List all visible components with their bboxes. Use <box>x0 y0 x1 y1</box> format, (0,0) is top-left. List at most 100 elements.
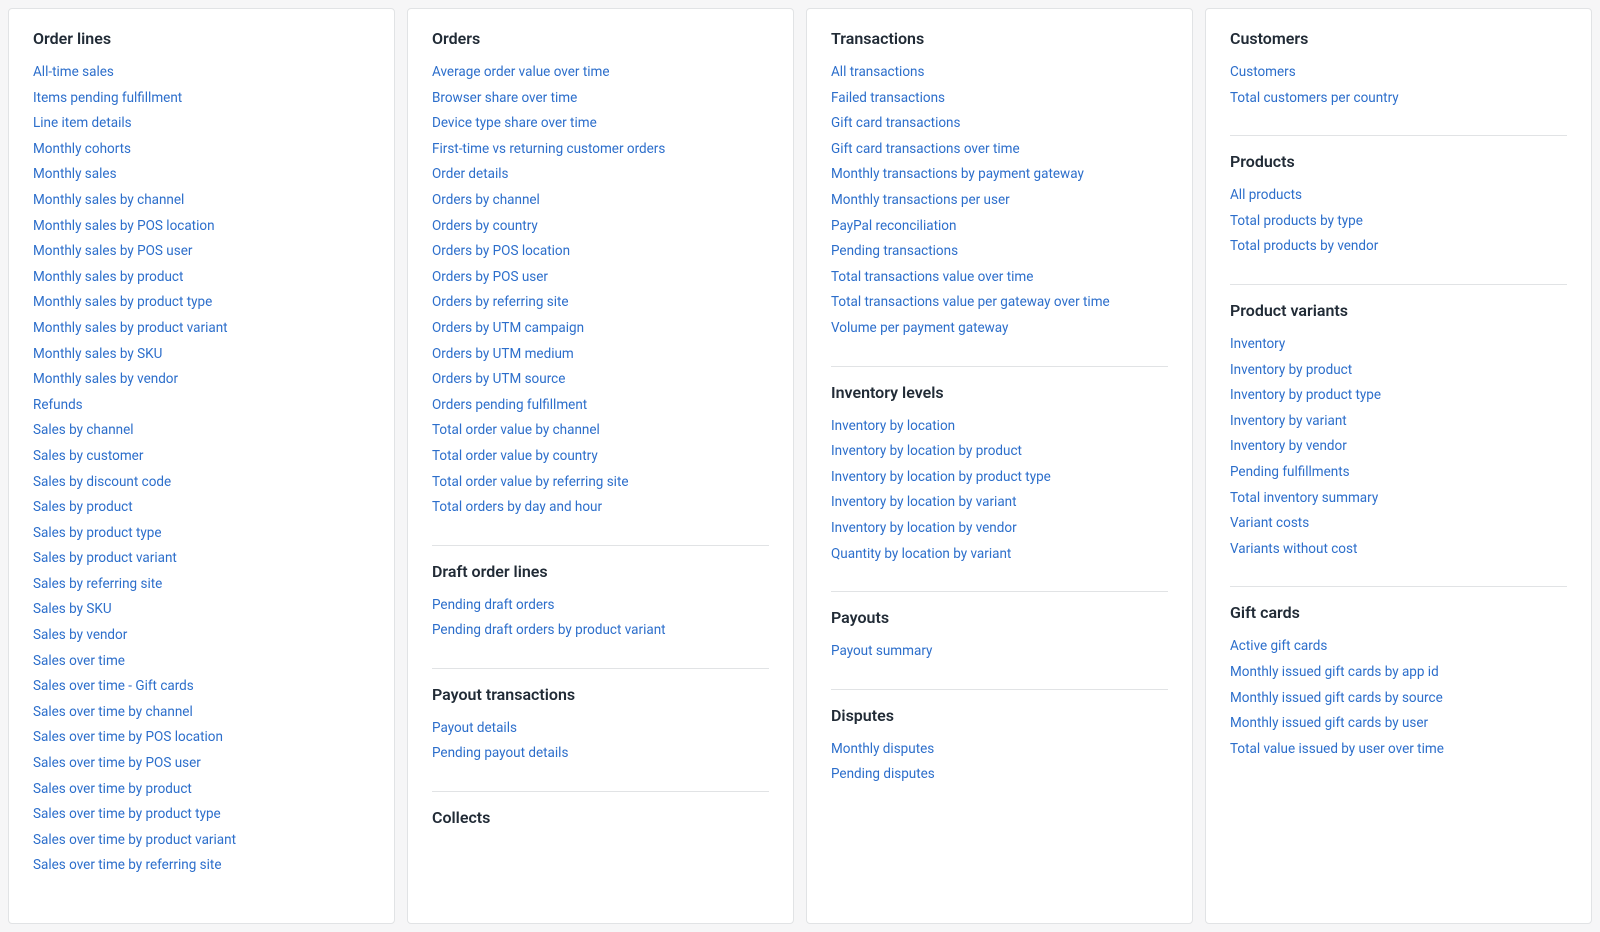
report-link[interactable]: Pending disputes <box>831 762 1168 788</box>
report-link[interactable]: First-time vs returning customer orders <box>432 137 769 163</box>
report-link[interactable]: Inventory by location by product type <box>831 465 1168 491</box>
report-link[interactable]: Monthly disputes <box>831 737 1168 763</box>
report-link[interactable]: Orders pending fulfillment <box>432 393 769 419</box>
report-link[interactable]: Total order value by referring site <box>432 470 769 496</box>
section-title: Draft order lines <box>432 562 769 581</box>
report-link[interactable]: Inventory by variant <box>1230 409 1567 435</box>
report-link[interactable]: Monthly issued gift cards by source <box>1230 686 1567 712</box>
report-link[interactable]: Items pending fulfillment <box>33 86 370 112</box>
report-link[interactable]: Sales over time by product type <box>33 802 370 828</box>
report-link[interactable]: Total inventory summary <box>1230 486 1567 512</box>
report-link[interactable]: Total transactions value over time <box>831 265 1168 291</box>
report-link[interactable]: Sales by product type <box>33 521 370 547</box>
report-link[interactable]: Sales over time by channel <box>33 700 370 726</box>
report-link[interactable]: Inventory by location <box>831 414 1168 440</box>
report-link[interactable]: Sales over time by POS user <box>33 751 370 777</box>
report-link[interactable]: Inventory by vendor <box>1230 434 1567 460</box>
report-link[interactable]: Total order value by country <box>432 444 769 470</box>
report-link[interactable]: Inventory by product type <box>1230 383 1567 409</box>
report-link[interactable]: Failed transactions <box>831 86 1168 112</box>
report-link[interactable]: Total customers per country <box>1230 86 1567 112</box>
report-link[interactable]: Orders by country <box>432 214 769 240</box>
report-link[interactable]: Monthly sales <box>33 162 370 188</box>
report-link[interactable]: All transactions <box>831 60 1168 86</box>
report-link[interactable]: Gift card transactions <box>831 111 1168 137</box>
report-link[interactable]: Sales by product variant <box>33 546 370 572</box>
report-link[interactable]: Monthly sales by channel <box>33 188 370 214</box>
report-link[interactable]: Monthly sales by vendor <box>33 367 370 393</box>
report-link[interactable]: Total value issued by user over time <box>1230 737 1567 763</box>
report-link[interactable]: Browser share over time <box>432 86 769 112</box>
report-link[interactable]: All products <box>1230 183 1567 209</box>
report-link[interactable]: Orders by POS user <box>432 265 769 291</box>
report-link[interactable]: Sales over time by POS location <box>33 725 370 751</box>
report-link[interactable]: Total order value by channel <box>432 418 769 444</box>
report-link[interactable]: Monthly transactions per user <box>831 188 1168 214</box>
report-link[interactable]: Variant costs <box>1230 511 1567 537</box>
report-link[interactable]: Orders by UTM medium <box>432 342 769 368</box>
report-link[interactable]: Monthly sales by product type <box>33 290 370 316</box>
report-link[interactable]: Monthly transactions by payment gateway <box>831 162 1168 188</box>
report-link[interactable]: Sales by SKU <box>33 597 370 623</box>
report-link[interactable]: Sales over time - Gift cards <box>33 674 370 700</box>
report-link[interactable]: Pending transactions <box>831 239 1168 265</box>
report-link[interactable]: Total products by type <box>1230 209 1567 235</box>
report-link[interactable]: Pending draft orders by product variant <box>432 618 769 644</box>
report-link[interactable]: Sales over time by referring site <box>33 853 370 879</box>
report-link[interactable]: Monthly cohorts <box>33 137 370 163</box>
report-link[interactable]: Line item details <box>33 111 370 137</box>
report-link[interactable]: Sales over time by product <box>33 777 370 803</box>
report-link[interactable]: Inventory by location by product <box>831 439 1168 465</box>
report-link[interactable]: Customers <box>1230 60 1567 86</box>
report-link[interactable]: PayPal reconciliation <box>831 214 1168 240</box>
report-link[interactable]: Pending draft orders <box>432 593 769 619</box>
report-link[interactable]: Monthly sales by product <box>33 265 370 291</box>
report-link[interactable]: Sales by channel <box>33 418 370 444</box>
report-link[interactable]: Monthly sales by POS location <box>33 214 370 240</box>
report-link[interactable]: Payout details <box>432 716 769 742</box>
report-link[interactable]: Inventory <box>1230 332 1567 358</box>
report-link[interactable]: Sales over time <box>33 649 370 675</box>
report-link[interactable]: Inventory by product <box>1230 358 1567 384</box>
report-link[interactable]: Volume per payment gateway <box>831 316 1168 342</box>
report-link[interactable]: Monthly issued gift cards by user <box>1230 711 1567 737</box>
report-link[interactable]: Sales by vendor <box>33 623 370 649</box>
section-title: Gift cards <box>1230 603 1567 622</box>
report-link[interactable]: Monthly sales by SKU <box>33 342 370 368</box>
section-divider <box>831 591 1168 592</box>
report-link[interactable]: Orders by referring site <box>432 290 769 316</box>
section-orders: OrdersAverage order value over timeBrows… <box>432 29 769 521</box>
report-link[interactable]: Refunds <box>33 393 370 419</box>
report-link[interactable]: Inventory by location by vendor <box>831 516 1168 542</box>
report-link[interactable]: Monthly issued gift cards by app id <box>1230 660 1567 686</box>
report-link[interactable]: Sales over time by product variant <box>33 828 370 854</box>
report-link[interactable]: Pending fulfillments <box>1230 460 1567 486</box>
section-divider <box>432 791 769 792</box>
section-divider <box>1230 586 1567 587</box>
report-link[interactable]: Variants without cost <box>1230 537 1567 563</box>
report-link[interactable]: Total transactions value per gateway ove… <box>831 290 1168 316</box>
report-link[interactable]: Orders by UTM campaign <box>432 316 769 342</box>
report-link[interactable]: Pending payout details <box>432 741 769 767</box>
report-link[interactable]: Gift card transactions over time <box>831 137 1168 163</box>
report-link[interactable]: Inventory by location by variant <box>831 490 1168 516</box>
report-link[interactable]: Sales by discount code <box>33 470 370 496</box>
report-link[interactable]: Active gift cards <box>1230 634 1567 660</box>
report-link[interactable]: Monthly sales by POS user <box>33 239 370 265</box>
report-link[interactable]: Sales by customer <box>33 444 370 470</box>
report-link[interactable]: Total orders by day and hour <box>432 495 769 521</box>
report-link[interactable]: Monthly sales by product variant <box>33 316 370 342</box>
column-transactions-col: TransactionsAll transactionsFailed trans… <box>806 8 1193 924</box>
report-link[interactable]: Average order value over time <box>432 60 769 86</box>
report-link[interactable]: Payout summary <box>831 639 1168 665</box>
report-link[interactable]: Orders by POS location <box>432 239 769 265</box>
report-link[interactable]: Orders by channel <box>432 188 769 214</box>
report-link[interactable]: Order details <box>432 162 769 188</box>
report-link[interactable]: Total products by vendor <box>1230 234 1567 260</box>
report-link[interactable]: Orders by UTM source <box>432 367 769 393</box>
report-link[interactable]: Quantity by location by variant <box>831 542 1168 568</box>
report-link[interactable]: Sales by product <box>33 495 370 521</box>
report-link[interactable]: Sales by referring site <box>33 572 370 598</box>
report-link[interactable]: Device type share over time <box>432 111 769 137</box>
report-link[interactable]: All-time sales <box>33 60 370 86</box>
